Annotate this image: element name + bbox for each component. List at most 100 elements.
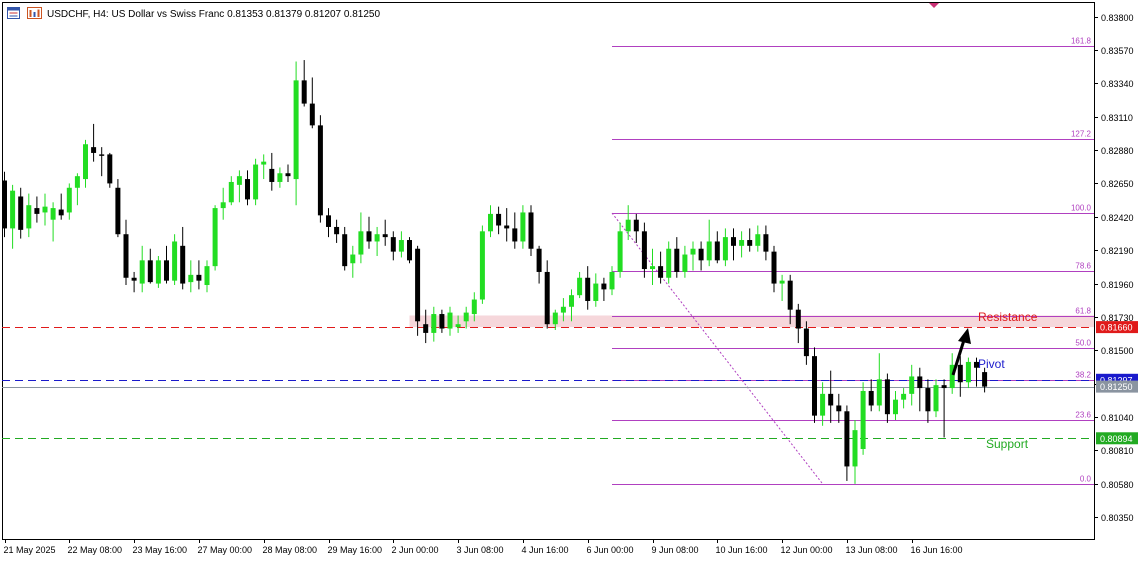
candle-body	[74, 176, 80, 188]
candle-body	[261, 161, 267, 165]
price-axis-label: 0.80810	[1101, 446, 1134, 456]
candle-body	[147, 260, 153, 283]
window-icon[interactable]	[7, 7, 20, 19]
price-axis[interactable]: 0.83800 0.83570 0.83340 0.83110 0.82880 0.826…	[1094, 13, 1134, 523]
fib-level-label: 161.8	[1071, 37, 1092, 46]
candle-body	[10, 190, 16, 229]
candle-body	[439, 314, 445, 329]
candle-body	[933, 385, 939, 412]
resistance-price-tag: 0.81660	[1096, 321, 1138, 334]
pivot-label: Pivot	[978, 357, 1005, 371]
header-ohlc: 0.81353 0.81379 0.81207 0.81250	[227, 9, 380, 20]
candle-body	[917, 376, 923, 389]
price-axis-label: 0.81500	[1101, 346, 1134, 356]
candle-body	[577, 277, 583, 296]
header-symbol-info: USDCHF, H4: US Dollar vs Swiss Franc 0.8…	[47, 9, 380, 20]
candle-body	[625, 219, 631, 232]
candle-body	[18, 196, 24, 230]
time-axis-label: 27 May 00:00	[198, 545, 253, 555]
fib-level-label: 23.6	[1075, 411, 1091, 420]
candle-body	[666, 248, 672, 278]
fib-level-label: 61.8	[1075, 307, 1091, 316]
candle-body	[544, 271, 550, 325]
support-label: Support	[986, 437, 1029, 451]
candle	[2, 171, 7, 238]
candle-body	[706, 241, 712, 261]
candle-body	[504, 225, 510, 229]
candle-body	[139, 260, 145, 284]
candle	[860, 382, 866, 455]
chart-grid-icon[interactable]	[27, 7, 42, 19]
candle-body	[115, 187, 121, 235]
price-tags: 0.816600.812970.808940.81250	[1096, 321, 1138, 445]
candle-body	[812, 356, 817, 416]
candle	[812, 347, 817, 423]
candle-body	[2, 180, 7, 229]
candle-body	[123, 234, 129, 278]
candle-body	[407, 240, 412, 261]
candle-body	[107, 154, 113, 184]
header-symbol: USDCHF	[47, 9, 89, 20]
candle-body	[884, 379, 890, 415]
candle	[479, 225, 485, 304]
candle-body	[836, 405, 842, 412]
time-axis-label: 10 Jun 16:00	[716, 545, 768, 555]
price-axis-label: 0.82650	[1101, 179, 1134, 189]
time-axis[interactable]: 21 May 2025 22 May 08:00 23 May 16:00 27 Ma…	[4, 539, 963, 555]
candle-body	[269, 168, 275, 182]
candle-body	[479, 231, 485, 300]
candle-body	[957, 364, 963, 383]
candle-body	[212, 208, 218, 267]
candle-body	[617, 231, 623, 272]
time-axis-label: 9 Jun 08:00	[652, 545, 699, 555]
candle	[407, 237, 412, 264]
candle-body	[358, 231, 364, 255]
candle-body	[326, 215, 331, 227]
candle-body	[641, 231, 647, 270]
candle-body	[674, 248, 680, 272]
candle-body	[431, 314, 437, 333]
price-axis-label: 0.83340	[1101, 79, 1134, 89]
time-axis-label: 12 Jun 00:00	[781, 545, 833, 555]
candle-body	[164, 260, 169, 281]
candle-body	[398, 240, 404, 252]
candle-body	[803, 328, 809, 357]
price-chart[interactable]: USDCHF, H4: US Dollar vs Swiss Franc 0.8…	[0, 0, 1147, 561]
candle-body	[366, 231, 372, 242]
candle-body	[982, 372, 988, 387]
price-axis-label: 0.82420	[1101, 213, 1134, 223]
candle-body	[714, 241, 720, 261]
price-axis-label: 0.81960	[1101, 280, 1134, 290]
candle-body	[941, 385, 947, 389]
candle-body	[277, 173, 283, 182]
chart-window[interactable]: USDCHF, H4: US Dollar vs Swiss Franc 0.8…	[0, 0, 1147, 561]
candle-body	[569, 295, 574, 307]
time-axis-label: 22 May 08:00	[68, 545, 123, 555]
candle	[107, 152, 113, 188]
time-axis-label: 4 Jun 16:00	[522, 545, 569, 555]
resistance-label: Resistance	[978, 310, 1038, 324]
candle-body	[965, 361, 971, 383]
time-axis-label: 13 Jun 08:00	[846, 545, 898, 555]
candle-body	[236, 176, 242, 185]
price-axis-label: 0.82880	[1101, 146, 1134, 156]
candle-body	[309, 103, 315, 126]
candle-body	[471, 299, 477, 315]
candle	[253, 158, 259, 206]
candle-body	[188, 274, 194, 283]
candle-body	[698, 248, 704, 261]
candle-body	[285, 173, 291, 177]
candle-body	[34, 208, 40, 214]
candle-body	[690, 248, 696, 255]
fib-level-label: 38.2	[1075, 371, 1091, 380]
price-axis-label: 0.83800	[1101, 13, 1134, 23]
price-axis-label: 0.83110	[1101, 113, 1133, 123]
candle-body	[447, 312, 453, 329]
candle-body	[342, 234, 348, 267]
price-axis-label: 0.81040	[1101, 413, 1134, 423]
candle-body	[50, 208, 56, 220]
candle-body	[844, 411, 850, 467]
candle-body	[650, 266, 655, 270]
time-axis-label: 2 Jun 00:00	[392, 545, 439, 555]
candle-body	[196, 274, 202, 281]
